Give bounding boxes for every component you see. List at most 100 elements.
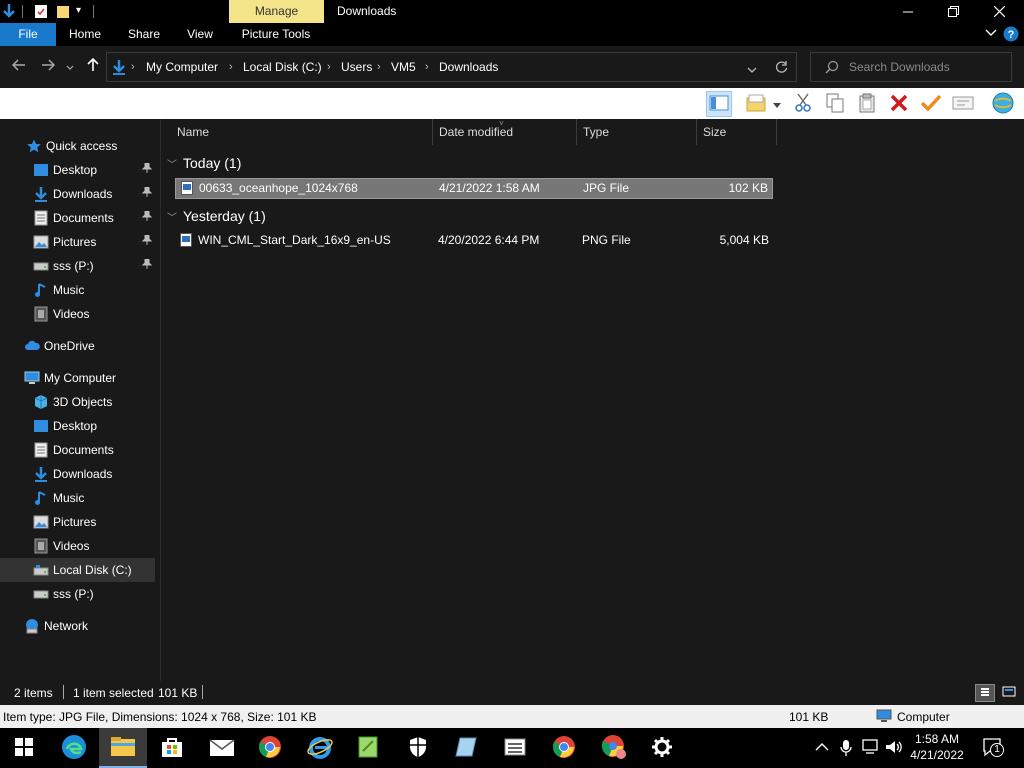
start-button[interactable] xyxy=(0,728,48,768)
refresh-icon[interactable] xyxy=(775,60,788,77)
nav-sss-drive[interactable]: sss (P:) xyxy=(0,582,155,606)
breadcrumb-local-disk[interactable]: Local Disk (C:) xyxy=(243,53,322,81)
nav-pictures[interactable]: Pictures xyxy=(0,510,155,534)
cut-button[interactable] xyxy=(790,91,816,117)
tab-home[interactable]: Home xyxy=(60,23,110,46)
file-row[interactable]: 00633_oceanhope_1024x768 4/21/2022 1:58 … xyxy=(175,178,773,199)
nav-my-computer[interactable]: My Computer xyxy=(0,366,155,390)
chevron-right-icon[interactable]: › xyxy=(131,53,135,81)
chevron-right-icon[interactable]: › xyxy=(229,53,233,81)
close-button[interactable] xyxy=(976,0,1022,23)
internet-button[interactable] xyxy=(990,91,1016,117)
taskbar-mail[interactable] xyxy=(198,728,246,768)
taskbar-chrome-2[interactable] xyxy=(540,728,588,768)
customize-qa-icon[interactable]: ▾ xyxy=(76,5,81,22)
nav-qa-documents[interactable]: Documents xyxy=(0,206,155,230)
breadcrumb-users[interactable]: Users xyxy=(341,53,372,81)
taskbar-chrome-profile[interactable] xyxy=(590,728,638,768)
nav-desktop[interactable]: Desktop xyxy=(0,414,155,438)
file-type: PNG File xyxy=(582,233,631,247)
pin-icon[interactable] xyxy=(141,162,153,176)
pin-icon[interactable] xyxy=(141,186,153,200)
nav-3d-objects[interactable]: 3D Objects xyxy=(0,390,155,414)
nav-onedrive[interactable]: OneDrive xyxy=(0,334,155,358)
back-button[interactable] xyxy=(8,56,30,78)
microphone-icon[interactable] xyxy=(840,739,852,760)
delete-button[interactable] xyxy=(886,91,912,117)
pin-icon[interactable] xyxy=(141,258,153,272)
forward-button[interactable] xyxy=(37,56,59,78)
action-center-button[interactable]: 1 xyxy=(982,737,1004,760)
group-header-yesterday[interactable]: ﹀ Yesterday (1) xyxy=(167,206,266,226)
recent-locations-button[interactable] xyxy=(62,56,78,78)
taskbar-store[interactable] xyxy=(148,728,196,768)
tab-picture-tools[interactable]: Picture Tools xyxy=(234,23,318,46)
network-status-icon[interactable] xyxy=(862,739,880,758)
nav-videos[interactable]: Videos xyxy=(0,534,155,558)
search-input[interactable] xyxy=(849,59,1007,75)
pin-icon[interactable] xyxy=(141,210,153,224)
large-icons-view-button[interactable] xyxy=(999,684,1019,702)
pin-icon[interactable] xyxy=(141,234,153,248)
taskbar-internet-explorer[interactable] xyxy=(296,728,344,768)
column-header-type[interactable]: Type xyxy=(583,119,697,145)
search-box[interactable] xyxy=(810,52,1012,82)
nav-qa-videos[interactable]: Videos xyxy=(0,302,155,326)
restore-button[interactable] xyxy=(930,0,976,23)
breadcrumb-downloads[interactable]: Downloads xyxy=(439,53,498,81)
breadcrumb-vm5[interactable]: VM5 xyxy=(391,53,416,81)
taskbar-settings[interactable] xyxy=(638,728,686,768)
nav-qa-music[interactable]: Music xyxy=(0,278,155,302)
column-header-name[interactable]: Name xyxy=(177,119,433,145)
nav-qa-sss-drive[interactable]: sss (P:) xyxy=(0,254,155,278)
file-row[interactable]: WIN_CML_Start_Dark_16x9_en-US 4/20/2022 … xyxy=(175,231,773,252)
clock[interactable]: 1:58 AM 4/21/2022 xyxy=(907,731,967,763)
taskbar-security[interactable] xyxy=(394,728,442,768)
nav-music[interactable]: Music xyxy=(0,486,155,510)
folder-options-button[interactable] xyxy=(744,91,770,117)
properties-icon[interactable] xyxy=(34,3,48,20)
paste-icon xyxy=(858,93,876,116)
properties-button[interactable] xyxy=(950,91,976,117)
rename-button[interactable] xyxy=(918,91,944,117)
nav-network[interactable]: Network xyxy=(0,614,155,638)
address-bar[interactable]: › My Computer › Local Disk (C:) › Users … xyxy=(106,52,797,82)
nav-downloads[interactable]: Downloads xyxy=(0,462,155,486)
copy-button[interactable] xyxy=(822,91,848,117)
expand-ribbon-icon[interactable] xyxy=(982,23,1000,46)
chevron-right-icon[interactable]: › xyxy=(327,53,331,81)
tab-view[interactable]: View xyxy=(178,23,222,46)
folder-options-dropdown[interactable] xyxy=(770,91,784,117)
nav-documents[interactable]: Documents xyxy=(0,438,155,462)
taskbar-edge[interactable] xyxy=(50,728,98,768)
chevron-right-icon[interactable]: › xyxy=(425,53,429,81)
address-dropdown-icon[interactable] xyxy=(747,63,757,77)
download-arrow-icon[interactable] xyxy=(2,3,16,20)
minimize-button[interactable] xyxy=(885,0,931,23)
help-icon[interactable]: ? xyxy=(1002,26,1020,43)
new-folder-icon[interactable] xyxy=(56,3,70,20)
column-header-size[interactable]: Size xyxy=(703,119,777,145)
chevron-right-icon[interactable]: › xyxy=(377,53,381,81)
taskbar-notepad-plus[interactable] xyxy=(344,728,392,768)
preview-pane-button[interactable] xyxy=(706,91,732,117)
breadcrumb-my-computer[interactable]: My Computer xyxy=(146,53,218,81)
up-button[interactable] xyxy=(82,56,104,78)
taskbar-chrome[interactable] xyxy=(246,728,294,768)
taskbar-file-explorer[interactable] xyxy=(99,728,147,768)
tab-share[interactable]: Share xyxy=(120,23,168,46)
volume-icon[interactable] xyxy=(885,739,903,758)
nav-qa-downloads[interactable]: Downloads xyxy=(0,182,155,206)
taskbar-list-app[interactable] xyxy=(491,728,539,768)
nav-qa-pictures[interactable]: Pictures xyxy=(0,230,155,254)
nav-quick-access[interactable]: Quick access xyxy=(0,134,155,158)
nav-qa-desktop[interactable]: Desktop xyxy=(0,158,155,182)
taskbar-app-tablet[interactable] xyxy=(442,728,490,768)
group-header-today[interactable]: ﹀ Today (1) xyxy=(167,153,241,173)
paste-button[interactable] xyxy=(854,91,880,117)
details-view-button[interactable] xyxy=(975,684,995,702)
column-header-date[interactable]: Date modified xyxy=(439,119,577,145)
show-hidden-icons-button[interactable] xyxy=(815,741,829,755)
nav-local-disk[interactable]: Local Disk (C:) xyxy=(0,558,155,582)
tab-file[interactable]: File xyxy=(0,23,56,46)
